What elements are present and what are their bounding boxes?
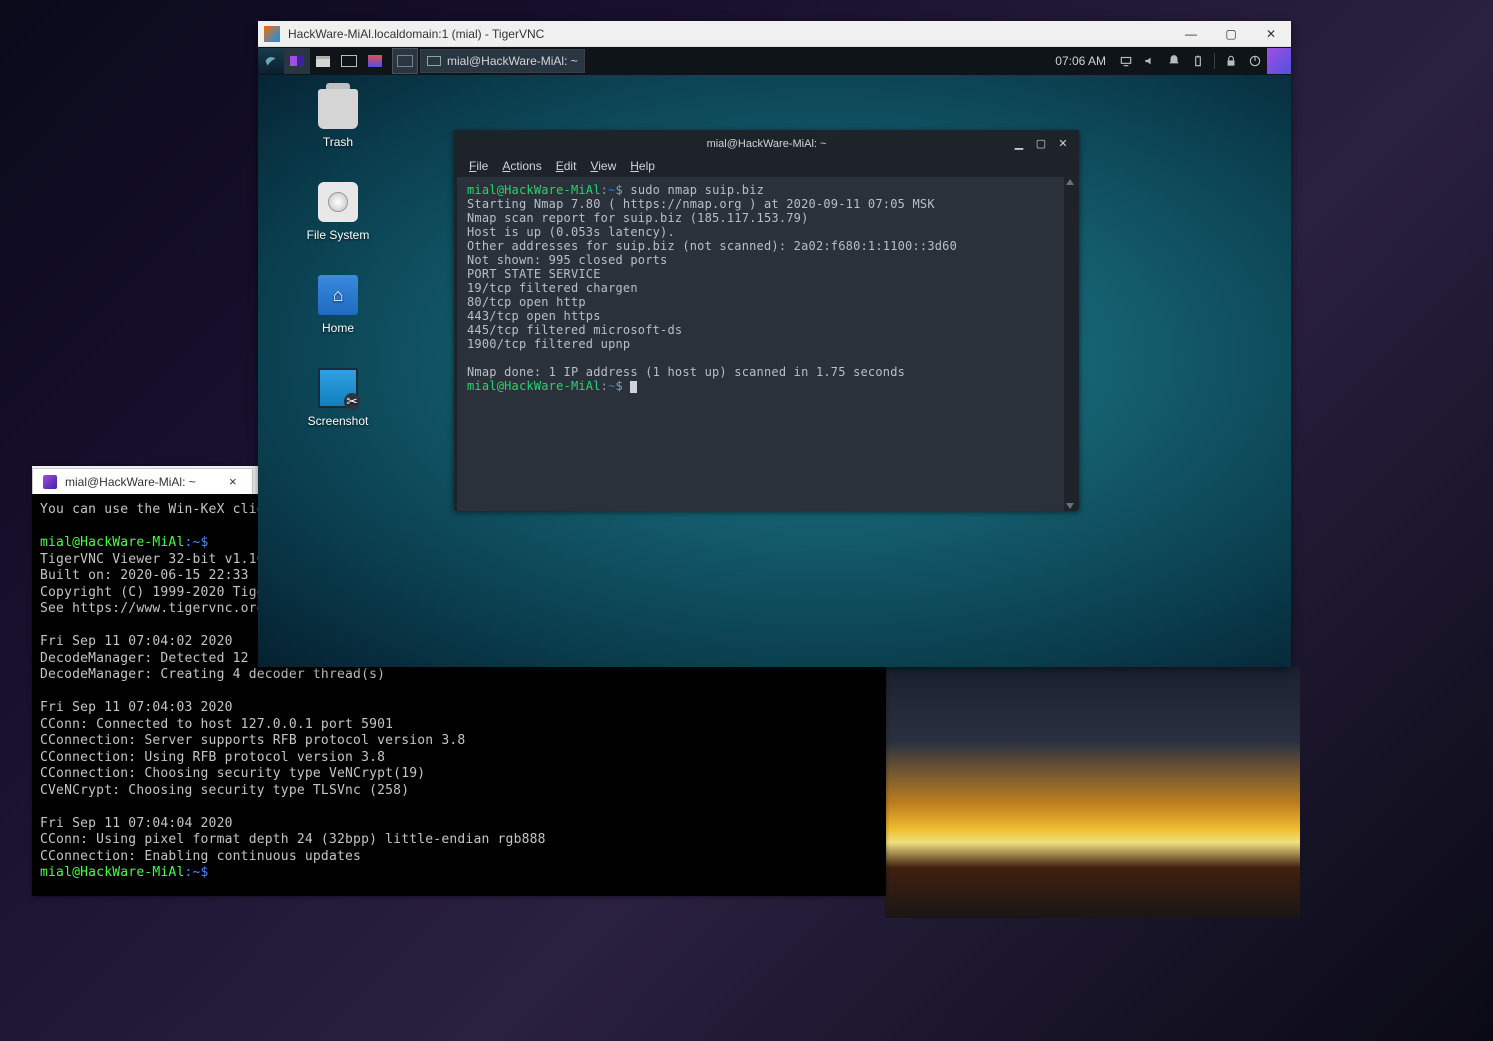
term-prompt-line: mial@HackWare-MiAl:~$ [467,379,1066,393]
taskbar-app-title: mial@HackWare-MiAl: ~ [447,54,578,68]
close-button[interactable]: ✕ [1251,21,1291,47]
notification-bell-icon[interactable] [1162,48,1186,74]
term-output-line: 445/tcp filtered microsoft-ds [467,323,1066,337]
kali-terminal-title: mial@HackWare-MiAl: ~ [707,138,827,150]
term-output-line: Nmap scan report for suip.biz (185.117.1… [467,211,1066,225]
file-manager-icon[interactable] [310,48,336,74]
panel-app-icon[interactable] [362,48,388,74]
local-output-line: CVeNCrypt: Choosing security type TLSVnc… [40,783,878,800]
menu-view[interactable]: View [590,159,616,173]
term-output-line: Other addresses for suip.biz (not scanne… [467,239,1066,253]
local-output-line [40,684,878,701]
kali-menu-icon[interactable] [258,48,284,74]
term-output-line: 443/tcp open https [467,309,1066,323]
workspace-switcher-icon[interactable] [284,48,310,74]
term-output-line: Host is up (0.053s latency). [467,225,1066,239]
terminal-small-icon [427,56,441,66]
term-output-line: 80/tcp open http [467,295,1066,309]
power-icon[interactable] [1243,48,1267,74]
tigervnc-titlebar[interactable]: HackWare-MiAl.localdomain:1 (mial) - Tig… [258,21,1291,47]
lock-icon[interactable] [1219,48,1243,74]
close-tab-button[interactable]: × [224,474,242,489]
trash-icon [318,89,358,129]
kali-terminal-menubar[interactable]: File Actions Edit View Help [457,155,1076,177]
term-output-line: 1900/tcp filtered upnp [467,337,1066,351]
clock[interactable]: 07:06 AM [1047,54,1114,68]
volume-icon[interactable] [1138,48,1162,74]
local-terminal-tab[interactable]: mial@HackWare-MiAl: ~ × [32,468,253,494]
local-output-line: DecodeManager: Creating 4 decoder thread… [40,667,878,684]
local-tab-title: mial@HackWare-MiAl: ~ [65,475,196,489]
maximize-button[interactable]: ▢ [1211,21,1251,47]
desktop-screenshot[interactable]: Screenshot [293,368,383,428]
term-output-line: 19/tcp filtered chargen [467,281,1066,295]
local-output-line: Fri Sep 11 07:04:04 2020 [40,816,878,833]
term-minimize-button[interactable]: ▁ [1008,133,1030,153]
taskbar-terminal-app[interactable]: mial@HackWare-MiAl: ~ [420,49,585,73]
local-prompt-line: mial@HackWare-MiAl:~$ [40,865,878,882]
panel-edge-icon[interactable] [1267,48,1291,74]
kali-terminal-titlebar[interactable]: mial@HackWare-MiAl: ~ ▁ ▢ ✕ [457,133,1076,155]
background-sunset [885,666,1300,918]
kali-terminal-window[interactable]: mial@HackWare-MiAl: ~ ▁ ▢ ✕ File Actions… [454,130,1079,510]
local-output-line: CConnection: Enabling continuous updates [40,849,878,866]
local-output-line: CConn: Using pixel format depth 24 (32bp… [40,832,878,849]
cursor [630,381,637,393]
local-output-line: Fri Sep 11 07:04:03 2020 [40,700,878,717]
menu-help[interactable]: Help [630,159,655,173]
term-output-line: PORT STATE SERVICE [467,267,1066,281]
local-output-line: CConn: Connected to host 127.0.0.1 port … [40,717,878,734]
desktop-trash[interactable]: Trash [293,89,383,149]
panel-terminal-icon[interactable] [336,48,362,74]
term-output-line: Starting Nmap 7.80 ( https://nmap.org ) … [467,197,1066,211]
minimize-button[interactable]: — [1171,21,1211,47]
tigervnc-title: HackWare-MiAl.localdomain:1 (mial) - Tig… [286,27,1171,41]
term-prompt-line: mial@HackWare-MiAl:~$ sudo nmap suip.biz [467,183,1066,197]
battery-icon[interactable] [1186,48,1210,74]
term-close-button[interactable]: ✕ [1052,133,1074,153]
terminal-scrollbar[interactable] [1064,177,1076,511]
term-output-line [467,351,1066,365]
kali-terminal-body[interactable]: mial@HackWare-MiAl:~$ sudo nmap suip.biz… [457,177,1076,511]
term-maximize-button[interactable]: ▢ [1030,133,1052,153]
local-output-line: CConnection: Server supports RFB protoco… [40,733,878,750]
system-tray: 07:06 AM [1047,48,1291,74]
home-folder-icon [318,275,358,315]
show-desktop-button[interactable] [392,48,418,74]
terminal-icon [43,475,57,489]
display-icon[interactable] [1114,48,1138,74]
menu-edit[interactable]: Edit [556,159,577,173]
term-output-line: Nmap done: 1 IP address (1 host up) scan… [467,365,1066,379]
local-output-line: CConnection: Choosing security type VeNC… [40,766,878,783]
desktop-filesystem[interactable]: File System [293,182,383,242]
tigervnc-window[interactable]: HackWare-MiAl.localdomain:1 (mial) - Tig… [258,21,1291,667]
screenshot-icon [318,368,358,408]
term-output-block: Starting Nmap 7.80 ( https://nmap.org ) … [467,197,1066,379]
local-output-line [40,799,878,816]
tigervnc-icon [264,26,280,42]
term-output-line: Not shown: 995 closed ports [467,253,1066,267]
menu-file[interactable]: File [469,159,488,173]
kali-top-panel[interactable]: mial@HackWare-MiAl: ~ 07:06 AM [258,47,1291,75]
menu-actions[interactable]: Actions [502,159,541,173]
disk-icon [318,182,358,222]
kali-desktop[interactable]: mial@HackWare-MiAl: ~ 07:06 AM Trash Fil [258,47,1291,667]
desktop-home[interactable]: Home [293,275,383,335]
local-output-line: CConnection: Using RFB protocol version … [40,750,878,767]
